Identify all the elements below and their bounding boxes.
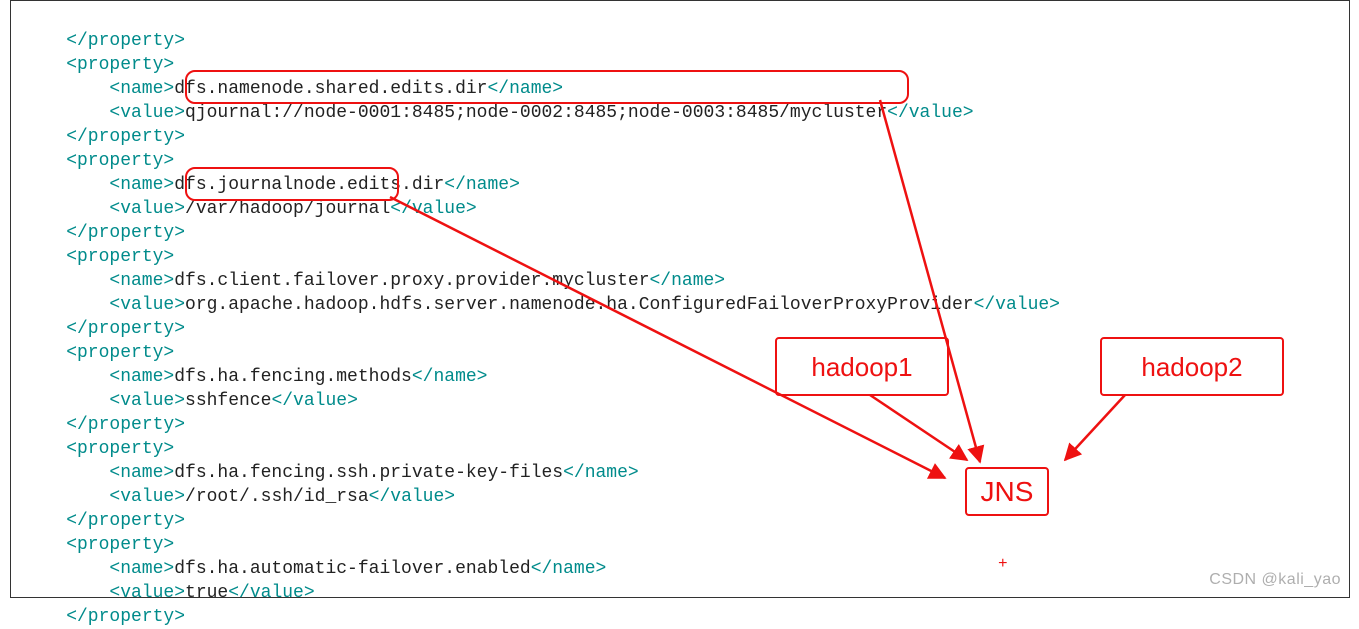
- tag-name-close: </name>: [531, 559, 607, 579]
- tag-property-close: </property>: [66, 511, 185, 531]
- annot-hadoop1: hadoop1: [775, 337, 949, 396]
- watermark: CSDN @kali_yao: [1209, 568, 1341, 592]
- tag-property-close: </property>: [66, 31, 185, 51]
- tag-property-open: <property>: [66, 343, 174, 363]
- tag-value-open: <value>: [109, 103, 185, 123]
- tag-name-open: <name>: [109, 175, 174, 195]
- tag-name-open: <name>: [109, 79, 174, 99]
- tag-property-open: <property>: [66, 247, 174, 267]
- annot-hadoop2: hadoop2: [1100, 337, 1284, 396]
- tag-property-open: <property>: [66, 55, 174, 75]
- tag-property-close: </property>: [66, 223, 185, 243]
- tag-value-close: </value>: [369, 487, 455, 507]
- prop3-value: sshfence: [185, 391, 271, 411]
- prop3-name: dfs.ha.fencing.methods: [174, 367, 412, 387]
- tag-name-close: </name>: [563, 463, 639, 483]
- tag-property-open: <property>: [66, 151, 174, 171]
- tag-property-close: </property>: [66, 415, 185, 435]
- prop2-value: org.apache.hadoop.hdfs.server.namenode.h…: [185, 295, 974, 315]
- tag-value-close: </value>: [974, 295, 1060, 315]
- highlight-qjournal: [185, 70, 909, 104]
- tag-value-open: <value>: [109, 487, 185, 507]
- tag-name-open: <name>: [109, 559, 174, 579]
- prop2-name: dfs.client.failover.proxy.provider.myclu…: [174, 271, 649, 291]
- tag-name-open: <name>: [109, 271, 174, 291]
- prop5-name: dfs.ha.automatic-failover.enabled: [174, 559, 530, 579]
- tag-value-open: <value>: [109, 295, 185, 315]
- tag-value-close: </value>: [390, 199, 476, 219]
- tag-name-open: <name>: [109, 367, 174, 387]
- prop5-value: true: [185, 583, 228, 603]
- tag-value-close: </value>: [228, 583, 314, 603]
- prop4-value: /root/.ssh/id_rsa: [185, 487, 369, 507]
- annot-hadoop1-text: hadoop1: [811, 355, 912, 379]
- tag-property-close: </property>: [66, 127, 185, 147]
- tag-value-close: </value>: [271, 391, 357, 411]
- prop0-value: qjournal://node-0001:8485;node-0002:8485…: [185, 103, 887, 123]
- prop4-name: dfs.ha.fencing.ssh.private-key-files: [174, 463, 563, 483]
- tag-value-open: <value>: [109, 583, 185, 603]
- tag-name-open: <name>: [109, 463, 174, 483]
- highlight-journal-dir: [185, 167, 399, 201]
- tag-property-close: </property>: [66, 607, 185, 627]
- tag-property-open: <property>: [66, 535, 174, 555]
- tag-value-close: </value>: [887, 103, 973, 123]
- tag-property-open: <property>: [66, 439, 174, 459]
- annot-hadoop2-text: hadoop2: [1141, 355, 1242, 379]
- tag-value-open: <value>: [109, 199, 185, 219]
- prop1-value: /var/hadoop/journal: [185, 199, 390, 219]
- tag-property-close: </property>: [66, 319, 185, 339]
- tag-value-open: <value>: [109, 391, 185, 411]
- tag-name-close: </name>: [650, 271, 726, 291]
- tag-name-close: </name>: [444, 175, 520, 195]
- annot-jns: JNS: [965, 467, 1049, 516]
- annot-jns-text: JNS: [981, 480, 1034, 504]
- tag-name-close: </name>: [412, 367, 488, 387]
